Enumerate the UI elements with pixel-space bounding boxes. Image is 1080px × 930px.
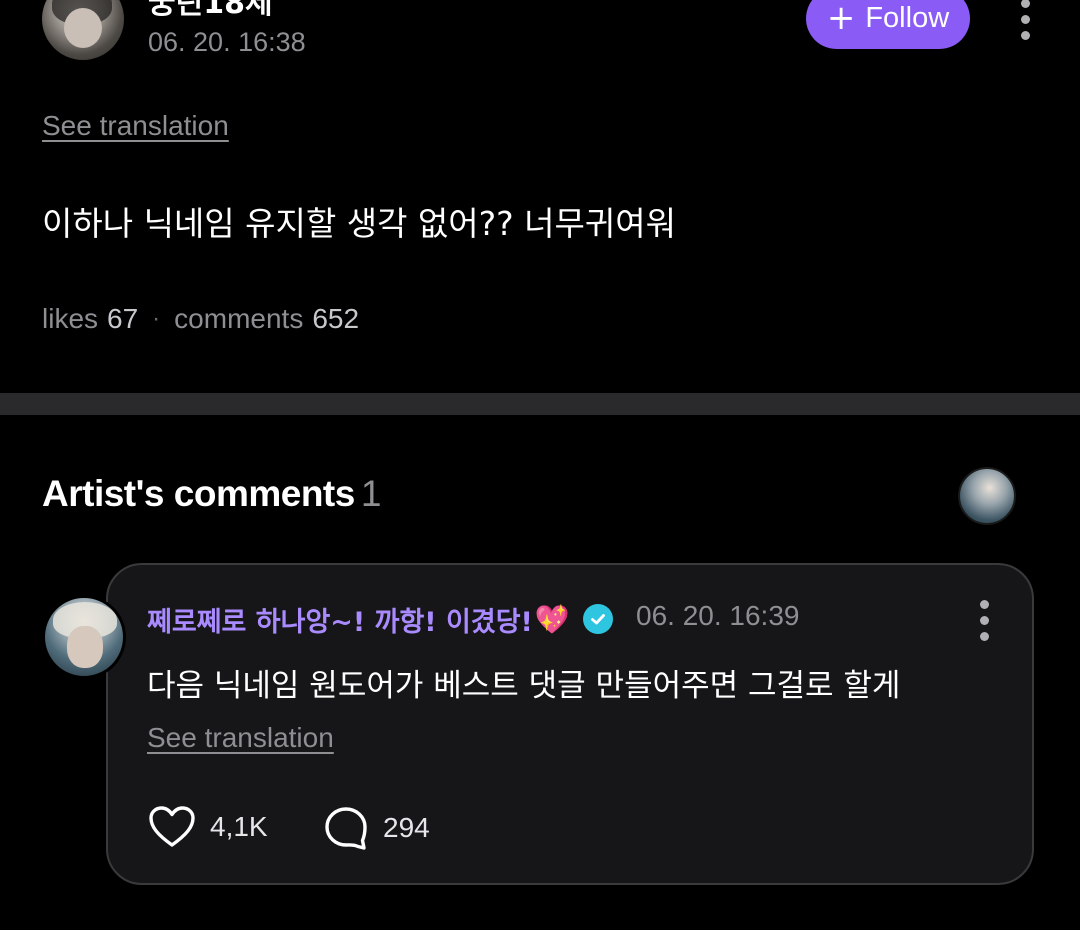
- artist-comments-title: Artist's comments: [42, 473, 355, 514]
- speech-bubble-icon: [325, 807, 367, 850]
- post-detail-screen: 궁린18세 06. 20. 16:38 + Follow See transla…: [0, 0, 1080, 930]
- avatar-face-shape: [67, 626, 103, 668]
- comment-like-count: 4,1K: [210, 811, 268, 842]
- sparkling-heart-emoji: 💖: [534, 603, 570, 636]
- comment-reply-button[interactable]: 294: [323, 805, 430, 851]
- plus-icon: +: [826, 0, 856, 38]
- comment-author-name[interactable]: 쩨로쩨로 하나앙~! 까항! 이겼당! 💖: [147, 600, 570, 639]
- stats-separator: ·: [152, 305, 161, 332]
- comment-author-text: 쩨로쩨로 하나앙~! 까항! 이겼당!: [147, 607, 533, 638]
- comment-body-text: 다음 닉네임 원도어가 베스트 댓글 만들어주면 그걸로 할게: [147, 668, 901, 704]
- comment-see-translation-link[interactable]: See translation: [147, 722, 334, 754]
- post-timestamp: 06. 20. 16:38: [148, 27, 306, 57]
- section-divider: [0, 393, 1080, 415]
- verified-badge-icon: [583, 604, 613, 634]
- comment-author-avatar[interactable]: [42, 595, 126, 679]
- post-body-text: 이하나 닉네임 유지할 생각 없어?? 너무귀여워: [42, 204, 676, 243]
- comment-timestamp: 06. 20. 16:39: [636, 600, 800, 631]
- post-stats: likes 67 · comments 652: [42, 303, 359, 335]
- comment-like-button[interactable]: 4,1K: [148, 805, 268, 849]
- avatar-face-shape: [64, 8, 102, 48]
- post-author-avatar[interactable]: [42, 0, 124, 60]
- comment-reply-count: 294: [383, 812, 430, 843]
- likes-count[interactable]: 67: [107, 303, 138, 335]
- comment-more-vertical-icon[interactable]: [977, 600, 991, 641]
- heart-outline-icon: [149, 806, 195, 847]
- artist-comments-heading: Artist's comments 1: [42, 473, 381, 515]
- follow-button[interactable]: + Follow: [806, 0, 970, 49]
- post-more-vertical-icon[interactable]: [1018, 0, 1032, 40]
- post-see-translation-link[interactable]: See translation: [42, 110, 229, 142]
- comments-label: comments: [174, 303, 304, 334]
- post-author-name[interactable]: 궁린18세: [148, 0, 273, 22]
- comments-count[interactable]: 652: [312, 303, 359, 335]
- artist-avatar-small[interactable]: [958, 467, 1016, 525]
- artist-comments-count: 1: [360, 473, 382, 514]
- follow-button-label: Follow: [865, 2, 950, 34]
- likes-label: likes: [42, 303, 99, 334]
